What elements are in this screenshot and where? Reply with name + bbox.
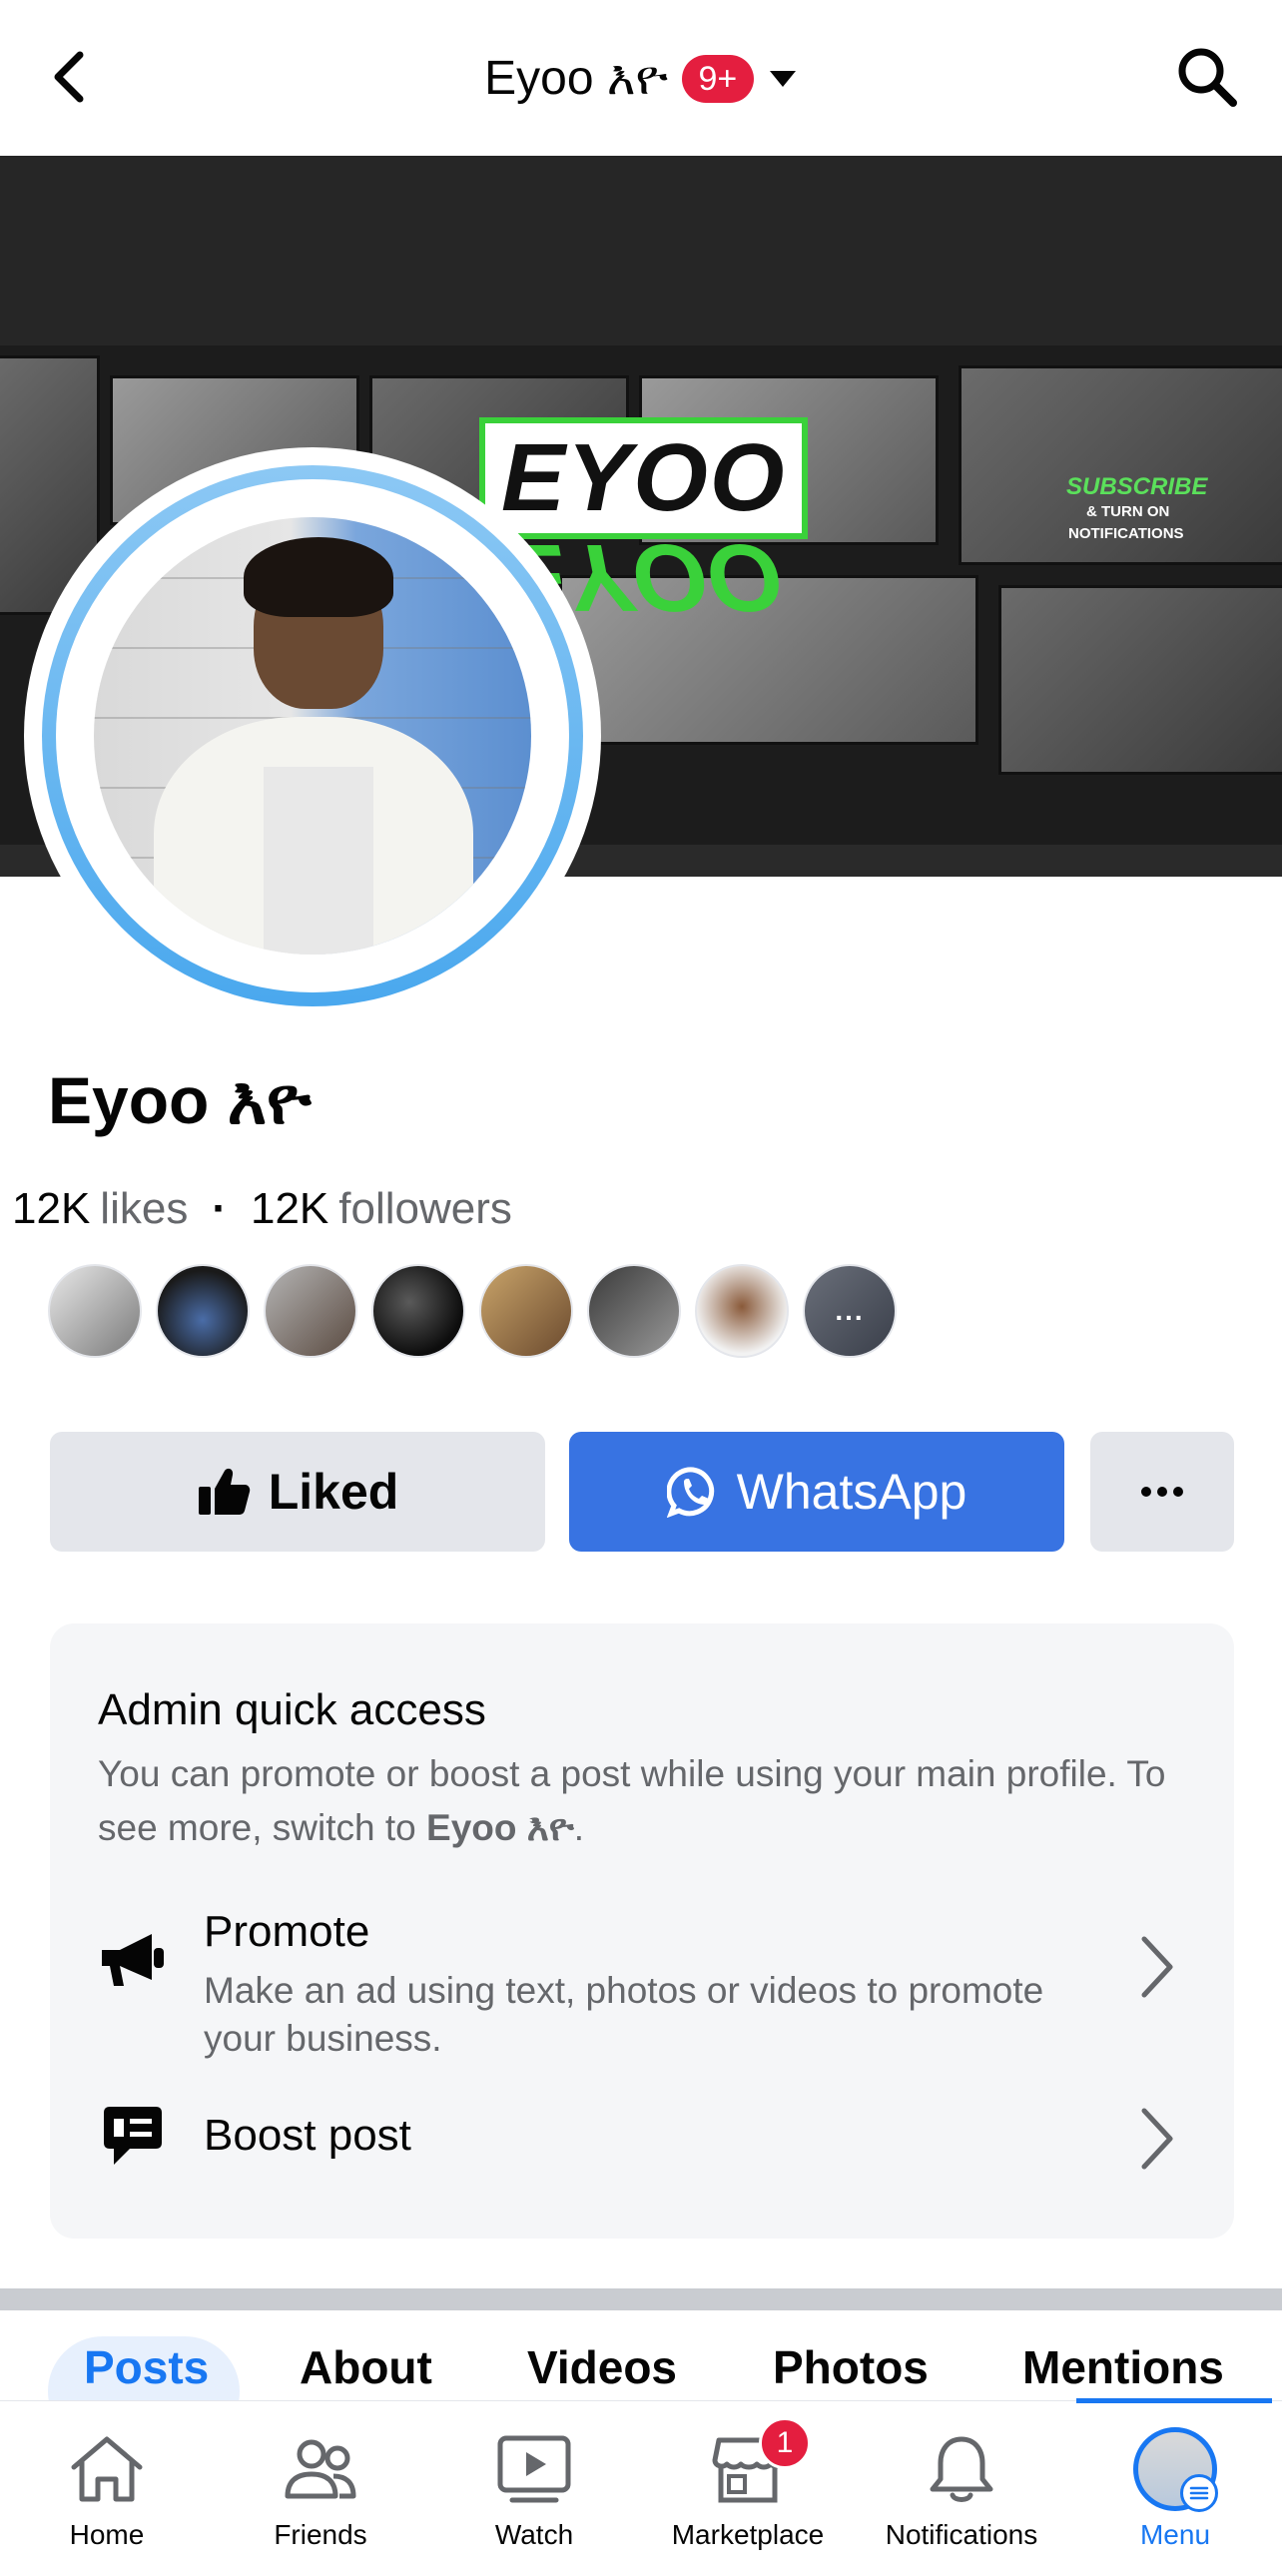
friend-avatar[interactable]: [695, 1264, 789, 1358]
more-friends-text: ...: [835, 1295, 865, 1326]
promote-title: Promote: [204, 1907, 370, 1956]
likes-label: likes: [100, 1184, 189, 1233]
nav-marketplace[interactable]: 1 Marketplace: [641, 2401, 855, 2576]
liked-label: Liked: [268, 1464, 399, 1520]
tab-videos[interactable]: Videos: [527, 2340, 677, 2394]
page-switcher[interactable]: Eyoo እዮ 9+: [0, 44, 1282, 114]
profile-photo-image: [94, 517, 531, 955]
notification-count-badge: 9+: [681, 55, 754, 103]
likes-count: 12K: [12, 1184, 91, 1233]
cover-notifications-text: NOTIFICATIONS: [1068, 525, 1184, 542]
whatsapp-label: WhatsApp: [736, 1464, 967, 1520]
nav-home-label: Home: [69, 2519, 145, 2550]
promote-description: Make an ad using text, photos or videos …: [204, 1970, 1044, 2059]
friend-avatar[interactable]: [264, 1264, 357, 1358]
watch-icon: [427, 2431, 641, 2507]
friend-avatar[interactable]: [479, 1264, 573, 1358]
search-icon: [1178, 48, 1237, 107]
page-stats[interactable]: 12K likes · 12K followers: [12, 1184, 512, 1234]
nav-watch[interactable]: Watch: [427, 2401, 641, 2576]
friends-who-like-row[interactable]: ...: [48, 1264, 897, 1358]
page-name: Eyoo እዮ: [48, 1063, 312, 1137]
tab-about[interactable]: About: [300, 2340, 432, 2394]
switch-profile-name[interactable]: Eyoo እዮ: [426, 1807, 574, 1848]
top-bar: Eyoo እዮ 9+: [0, 0, 1282, 156]
nav-watch-label: Watch: [494, 2519, 574, 2550]
promote-row[interactable]: Promote Make an ad using text, photos or…: [50, 1881, 1234, 2059]
megaphone-icon: [98, 1925, 168, 1995]
boost-post-icon: [98, 2101, 168, 2171]
friend-avatar[interactable]: [587, 1264, 681, 1358]
thumbs-up-icon: [198, 1468, 250, 1515]
page-title: Eyoo እዮ: [484, 52, 668, 105]
admin-quick-access-card: Admin quick access You can promote or bo…: [50, 1623, 1234, 2239]
admin-card-title: Admin quick access: [98, 1685, 486, 1734]
more-friends-avatar[interactable]: ...: [803, 1264, 897, 1358]
profile-tabs: Posts About Videos Photos Mentions: [0, 2310, 1282, 2400]
nav-notifications-label: Notifications: [885, 2519, 1038, 2550]
nav-marketplace-label: Marketplace: [671, 2519, 825, 2550]
whatsapp-icon: [666, 1467, 714, 1518]
nav-menu-label: Menu: [1139, 2519, 1211, 2550]
home-icon: [0, 2431, 214, 2507]
more-dots-icon: [1141, 1487, 1183, 1497]
nav-friends[interactable]: Friends: [214, 2401, 427, 2576]
tab-mentions[interactable]: Mentions: [1022, 2340, 1224, 2394]
menu-avatar: [1133, 2427, 1218, 2512]
marketplace-badge: 1: [759, 2417, 811, 2469]
caret-down-icon: [769, 71, 796, 87]
admin-card-description: You can promote or boost a post while us…: [98, 1753, 1166, 1848]
menu-lines-icon: [1180, 2474, 1218, 2512]
boost-post-row[interactable]: Boost post: [50, 2083, 1234, 2193]
chevron-right-icon: [1126, 1927, 1186, 2007]
tab-posts[interactable]: Posts: [84, 2340, 209, 2394]
nav-menu[interactable]: Menu: [1068, 2401, 1282, 2576]
cover-subscribe-text: SUBSCRIBE: [1066, 473, 1208, 500]
marketplace-icon: [641, 2431, 855, 2507]
whatsapp-button[interactable]: WhatsApp: [569, 1432, 1064, 1552]
nav-home[interactable]: Home: [0, 2401, 214, 2576]
liked-button[interactable]: Liked: [50, 1432, 545, 1552]
bottom-navigation: Home Friends Watch 1 Marketplace Notific…: [0, 2400, 1282, 2576]
cover-turn-on-text: & TURN ON: [1086, 503, 1170, 520]
chevron-right-icon: [1126, 2099, 1186, 2179]
followers-count: 12K: [250, 1184, 329, 1233]
friends-icon: [214, 2431, 427, 2507]
separator-dot: ·: [212, 1184, 227, 1233]
friend-avatar[interactable]: [48, 1264, 142, 1358]
friend-avatar[interactable]: [156, 1264, 250, 1358]
active-tab-indicator: [1076, 2398, 1272, 2403]
more-options-button[interactable]: [1090, 1432, 1234, 1552]
nav-friends-label: Friends: [274, 2519, 367, 2550]
section-divider: [0, 2288, 1282, 2310]
bell-icon: [855, 2431, 1068, 2507]
tab-photos[interactable]: Photos: [773, 2340, 929, 2394]
boost-post-title: Boost post: [204, 2111, 411, 2160]
nav-notifications[interactable]: Notifications: [855, 2401, 1068, 2576]
search-button[interactable]: [1172, 42, 1242, 112]
followers-label: followers: [338, 1184, 512, 1233]
friend-avatar[interactable]: [371, 1264, 465, 1358]
